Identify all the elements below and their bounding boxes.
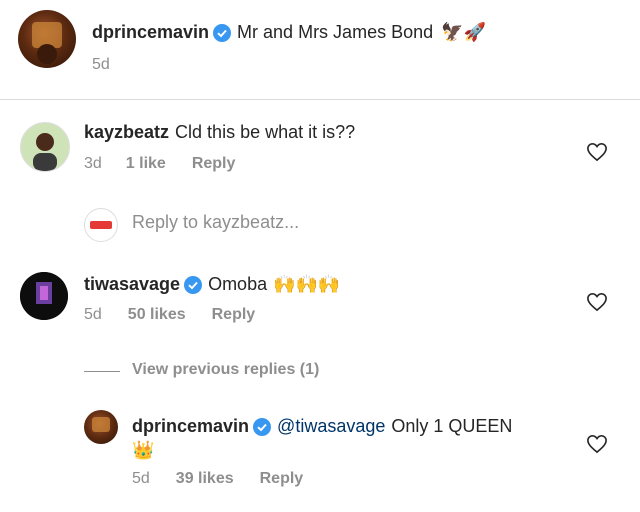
comment-likes[interactable]: 50 likes: [128, 306, 186, 324]
reply-username[interactable]: dprincemavin: [132, 416, 249, 437]
profile-photo-icon: [20, 272, 68, 320]
comment-avatar-kayzbeatz[interactable]: [20, 122, 70, 172]
comment-emoji: 🙌🙌🙌: [273, 274, 341, 294]
comment-username[interactable]: kayzbeatz: [84, 122, 169, 143]
reply-button[interactable]: Reply: [212, 306, 256, 324]
comment-line-kayzbeatz: kayzbeatz Cld this be what it is??: [84, 122, 355, 143]
caption-line: dprincemavin Mr and Mrs James Bond 🦅🚀: [92, 22, 486, 43]
comment-username[interactable]: tiwasavage: [84, 274, 180, 295]
comment-likes[interactable]: 1 like: [126, 155, 166, 173]
reply-likes[interactable]: 39 likes: [176, 470, 234, 488]
like-heart-icon[interactable]: [586, 434, 608, 454]
comment-meta-kayzbeatz: 3d 1 like Reply: [84, 155, 235, 173]
reply-button[interactable]: Reply: [192, 155, 236, 173]
reply-input[interactable]: Reply to kayzbeatz...: [132, 212, 299, 233]
reply-text: Only 1 QUEEN: [391, 416, 513, 436]
view-previous-replies-button[interactable]: View previous replies (1): [132, 361, 319, 379]
comment-text: Cld this be what it is??: [175, 122, 356, 142]
profile-photo-icon: [92, 417, 110, 432]
reply-meta: 5d 39 likes Reply: [132, 470, 303, 488]
caption-avatar[interactable]: [18, 10, 76, 68]
divider: [0, 99, 640, 100]
verified-badge-icon: [253, 417, 272, 436]
caption-emoji: 🦅🚀: [441, 22, 486, 42]
reply-button[interactable]: Reply: [260, 470, 304, 488]
brand-logo-icon: [90, 221, 112, 229]
comment-text: Omoba: [208, 274, 268, 294]
my-avatar: [84, 208, 118, 242]
caption-username[interactable]: dprincemavin: [92, 22, 209, 43]
caption-time: 5d: [92, 56, 110, 73]
reply-emoji: 👑: [132, 440, 155, 460]
profile-photo-icon: [32, 22, 62, 64]
mention-link[interactable]: @tiwasavage: [277, 416, 385, 437]
replies-divider-line: [84, 371, 120, 372]
comment-avatar-tiwasavage[interactable]: [20, 272, 68, 320]
verified-badge-icon: [213, 23, 232, 42]
reply-line: dprincemavin @tiwasavage Only 1 QUEEN: [132, 416, 512, 437]
comment-time: 5d: [84, 306, 102, 323]
reply-avatar-dprincemavin[interactable]: [84, 410, 118, 444]
reply-time: 5d: [132, 470, 150, 487]
comment-meta-tiwasavage: 5d 50 likes Reply: [84, 306, 255, 324]
like-heart-icon[interactable]: [586, 292, 608, 312]
profile-photo-icon: [21, 123, 69, 171]
caption-text: Mr and Mrs James Bond: [237, 22, 434, 42]
comment-line-tiwasavage: tiwasavage Omoba 🙌🙌🙌: [84, 274, 340, 295]
comment-time: 3d: [84, 155, 102, 172]
verified-badge-icon: [184, 275, 203, 294]
like-heart-icon[interactable]: [586, 142, 608, 162]
